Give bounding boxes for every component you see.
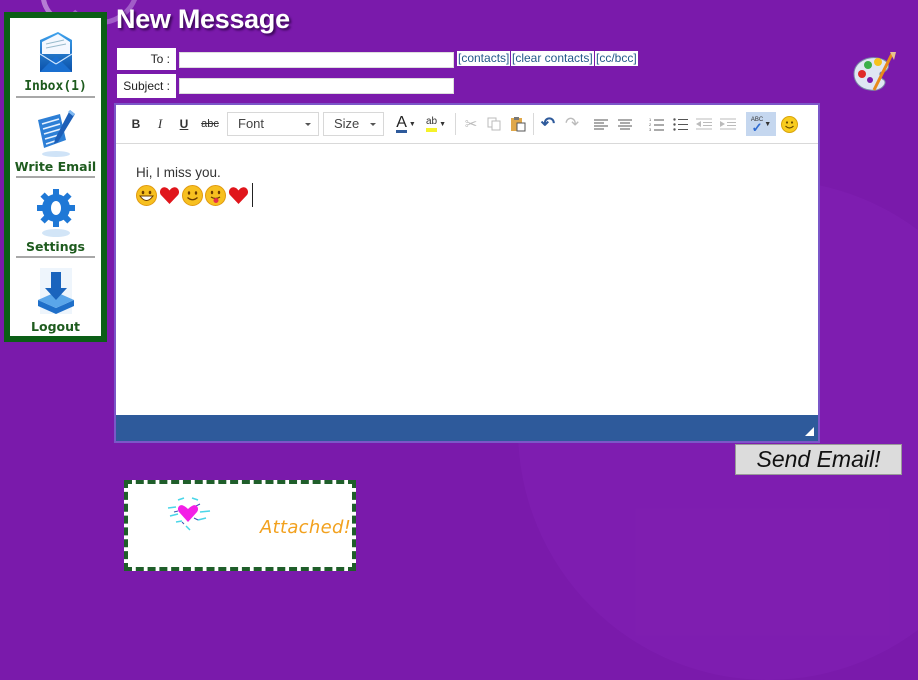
numbered-list-button[interactable]: 123: [646, 113, 666, 135]
align-center-icon: [618, 119, 632, 130]
text-cursor: [252, 183, 253, 207]
bullet-list-button[interactable]: [670, 113, 690, 135]
redo-icon: ↷: [564, 114, 580, 133]
align-center-button[interactable]: [615, 113, 635, 135]
scissors-icon: ✂: [464, 116, 478, 133]
heart-emoticon-icon: [228, 186, 249, 204]
editor-toolbar: B I U abc Font Size A ▼ ab ▼ ✂ ↶ ↷ 1 2 3…: [116, 105, 818, 144]
emoticon-row: [136, 183, 253, 207]
chevron-down-icon: ▼: [439, 120, 447, 128]
undo-button[interactable]: ↶: [538, 113, 558, 135]
text-color-icon: A: [396, 114, 407, 133]
sidebar-nav: Inbox(1) Write Email Settings Logout: [4, 12, 107, 342]
sidebar-item-settings[interactable]: Settings: [10, 178, 101, 256]
chevron-down-icon: ▼: [764, 120, 772, 128]
smile-emoticon-icon: [182, 184, 203, 206]
size-select-value: Size: [334, 116, 360, 131]
contacts-link[interactable]: [contacts]: [457, 51, 511, 66]
clear-contacts-link[interactable]: [clear contacts]: [511, 51, 594, 66]
toolbar-separator: [533, 113, 534, 135]
paste-button[interactable]: [508, 113, 528, 135]
italic-button[interactable]: I: [152, 113, 168, 135]
palette-icon[interactable]: [850, 50, 898, 96]
rich-text-editor: B I U abc Font Size A ▼ ab ▼ ✂ ↶ ↷ 1 2 3…: [114, 103, 820, 443]
outdent-button[interactable]: [694, 113, 714, 135]
sidebar-item-label: Logout: [31, 319, 80, 334]
cut-button[interactable]: ✂: [461, 113, 481, 135]
big-grin-emoticon-icon: [136, 184, 157, 206]
text-color-button[interactable]: A ▼: [394, 113, 418, 135]
font-select[interactable]: Font: [227, 112, 319, 136]
toolbar-separator: [455, 113, 456, 135]
underline-button[interactable]: U: [176, 113, 192, 135]
font-select-value: Font: [238, 116, 265, 131]
cc-bcc-link[interactable]: [cc/bcc]: [595, 51, 638, 66]
copy-icon: [487, 117, 501, 131]
attached-label: Attached!: [260, 517, 352, 538]
redo-button[interactable]: ↷: [562, 113, 582, 135]
heart-emoticon-icon: [159, 186, 180, 204]
message-body-text: Hi, I miss you.: [136, 165, 221, 180]
pen-note-icon: [37, 110, 75, 157]
align-left-icon: [594, 119, 608, 130]
sparkle-heart-icon: [167, 497, 211, 531]
chevron-down-icon: ▼: [408, 120, 416, 128]
highlight-icon: ab: [425, 116, 438, 132]
tongue-out-emoticon-icon: [205, 184, 226, 206]
numbered-list-icon: 123: [649, 117, 664, 131]
sidebar-item-logout[interactable]: Logout: [10, 258, 101, 336]
subject-label: Subject :: [117, 74, 176, 98]
gear-icon: [36, 189, 75, 237]
size-select[interactable]: Size: [323, 112, 384, 136]
envelope-icon: [39, 32, 72, 72]
chevron-down-icon: [370, 123, 376, 126]
strikethrough-button[interactable]: abc: [199, 113, 221, 135]
send-email-button[interactable]: Send Email!: [735, 444, 902, 475]
undo-icon: ↶: [540, 114, 556, 133]
spellcheck-button[interactable]: ABC ✓ ▼: [746, 112, 776, 136]
page-title: New Message: [116, 4, 290, 34]
editor-content[interactable]: Hi, I miss you.: [136, 165, 253, 207]
outdent-icon: [696, 118, 712, 130]
clipboard-icon: [511, 117, 526, 132]
to-input[interactable]: [179, 52, 454, 68]
sidebar-item-label: Settings: [25, 239, 85, 254]
indent-button[interactable]: [718, 113, 738, 135]
sidebar-item-label: Inbox(1): [24, 79, 87, 94]
editor-status-bar: [116, 415, 818, 441]
spellcheck-icon: ABC ✓: [750, 117, 764, 135]
copy-button[interactable]: [484, 113, 504, 135]
bullet-list-icon: [672, 118, 688, 131]
sidebar-item-label: Write Email: [14, 159, 97, 174]
svg-text:3: 3: [649, 127, 652, 131]
align-left-button[interactable]: [591, 113, 611, 135]
subject-input[interactable]: [179, 78, 454, 94]
resize-handle-icon[interactable]: [805, 427, 814, 436]
download-arrow-icon: [37, 268, 74, 314]
attachment-box[interactable]: Attached!: [124, 480, 356, 571]
to-label: To :: [117, 48, 176, 70]
emoticon-button[interactable]: [779, 113, 799, 135]
sidebar-item-write-email[interactable]: Write Email: [10, 98, 101, 176]
smiley-icon: [780, 115, 798, 133]
highlight-color-button[interactable]: ab ▼: [423, 113, 449, 135]
sidebar-item-inbox[interactable]: Inbox(1): [10, 18, 101, 96]
indent-icon: [720, 118, 736, 130]
chevron-down-icon: [305, 123, 311, 126]
bold-button[interactable]: B: [128, 113, 144, 135]
